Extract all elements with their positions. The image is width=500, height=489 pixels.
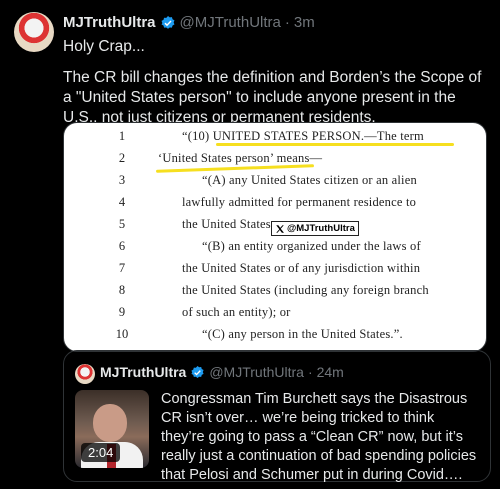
quoted-author-avatar[interactable]	[75, 364, 95, 384]
line-number: 10	[115, 327, 129, 341]
line-text: the United States or of any jurisdiction…	[182, 261, 421, 275]
line-number: 9	[118, 305, 126, 319]
quoted-tweet-header: MJTruthUltra @MJTruthUltra · 24m	[100, 364, 344, 380]
line-text: “(A) any United States citizen or an ali…	[202, 173, 417, 187]
line-text: ‘United States person’ means—	[158, 151, 323, 165]
doc-line: 3 “(A) any United States citizen or an a…	[64, 173, 486, 195]
doc-line: 4 lawfully admitted for permanent reside…	[64, 195, 486, 217]
doc-line: 8 the United States (including any forei…	[64, 283, 486, 305]
tweet[interactable]: MJTruthUltra @MJTruthUltra · 3m Holy Cra…	[0, 0, 500, 489]
watermark: @MJTruthUltra	[271, 221, 359, 236]
author-name[interactable]: MJTruthUltra	[63, 14, 156, 31]
line-number: 7	[118, 261, 126, 275]
line-text: “(C) any person in the United States.”.	[202, 327, 403, 341]
quoted-author-handle[interactable]: @MJTruthUltra	[209, 364, 304, 380]
quoted-timestamp[interactable]: 24m	[317, 364, 344, 380]
line-text: “(B) an entity organized under the laws …	[202, 239, 421, 253]
separator-dot: ·	[307, 364, 313, 380]
doc-line: 10 “(C) any person in the United States.…	[64, 327, 486, 349]
doc-line: 6 “(B) an entity organized under the law…	[64, 239, 486, 261]
author-avatar[interactable]	[14, 12, 54, 52]
line-number: 4	[118, 195, 126, 209]
video-figure-face	[93, 404, 127, 442]
x-logo-icon	[276, 224, 284, 233]
line-number: 8	[118, 283, 126, 297]
quoted-author-name[interactable]: MJTruthUltra	[100, 364, 186, 380]
separator-dot: ·	[284, 14, 290, 31]
video-duration-badge: 2:04	[81, 443, 121, 462]
line-number: 3	[118, 173, 126, 187]
tweet-header: MJTruthUltra @MJTruthUltra · 3m	[63, 14, 315, 31]
doc-line: 9 of such an entity); or	[64, 305, 486, 327]
video-thumbnail[interactable]: 2:04	[75, 390, 149, 468]
line-number: 6	[118, 239, 126, 253]
author-handle[interactable]: @MJTruthUltra	[180, 14, 281, 31]
line-number: 5	[118, 217, 126, 231]
line-text: “(10) UNITED STATES PERSON.—The term	[182, 129, 424, 143]
verified-badge-icon	[191, 365, 204, 378]
line-text: of such an entity); or	[182, 305, 291, 319]
line-text: lawfully admitted for permanent residenc…	[182, 195, 417, 209]
watermark-text: @MJTruthUltra	[287, 223, 355, 234]
line-number: 1	[118, 129, 126, 143]
doc-line: 2 ‘United States person’ means—	[64, 151, 486, 173]
post-text-body: The CR bill changes the definition and B…	[63, 69, 482, 126]
line-number: 2	[118, 151, 126, 165]
attached-image-document[interactable]: 1 “(10) UNITED STATES PERSON.—The term 2…	[63, 122, 487, 352]
verified-badge-icon	[161, 15, 174, 29]
post-timestamp[interactable]: 3m	[294, 14, 315, 31]
line-text: the United States;	[182, 217, 275, 231]
post-text-line1: Holy Crap...	[63, 38, 145, 55]
quoted-tweet-text: Congressman Tim Burchett says the Disast…	[161, 391, 477, 483]
line-text: the United States (including any foreign…	[182, 283, 429, 297]
quoted-tweet[interactable]: MJTruthUltra @MJTruthUltra · 24m 2:04 Co…	[63, 350, 491, 483]
doc-line: 1 “(10) UNITED STATES PERSON.—The term	[64, 129, 486, 151]
doc-line: 7 the United States or of any jurisdicti…	[64, 261, 486, 283]
